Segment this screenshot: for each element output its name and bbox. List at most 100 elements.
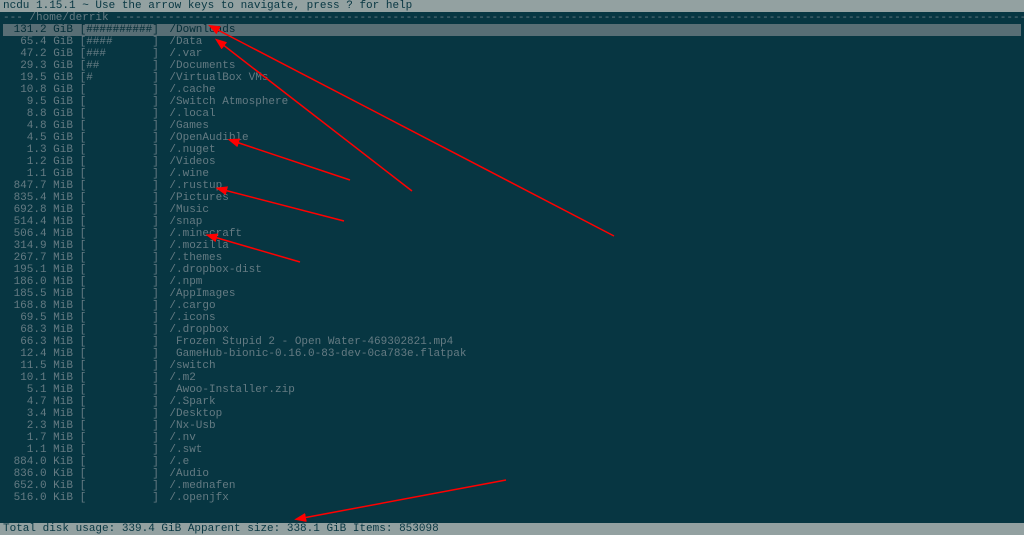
list-item[interactable]: 168.8 MiB [ ] /.cargo [3,300,1021,312]
usage-bar: # [86,72,152,84]
usage-bar [86,276,152,288]
list-item[interactable]: 4.5 GiB [ ] /OpenAudible [3,132,1021,144]
list-item[interactable]: 5.1 MiB [ ] Awoo-Installer.zip [3,384,1021,396]
item-name: /Data [165,36,202,48]
list-item[interactable]: 10.8 GiB [ ] /.cache [3,84,1021,96]
list-item[interactable]: 65.4 GiB [#### ] /Data [3,36,1021,48]
list-item[interactable]: 19.5 GiB [# ] /VirtualBox VMs [3,72,1021,84]
usage-bar [86,204,152,216]
list-item[interactable]: 1.7 MiB [ ] /.nv [3,432,1021,444]
usage-bar [86,216,152,228]
usage-bar [86,492,152,504]
item-size: 131.2 GiB [3,24,73,36]
file-list[interactable]: 131.2 GiB [##########] /Downloads65.4 Gi… [0,24,1024,504]
bar-open-bracket: [ [73,480,86,492]
list-item[interactable]: 10.1 MiB [ ] /.m2 [3,372,1021,384]
bar-open-bracket: [ [73,192,86,204]
bar-close-bracket: ] [152,60,165,72]
list-item[interactable]: 186.0 MiB [ ] /.npm [3,276,1021,288]
list-item[interactable]: 12.4 MiB [ ] GameHub-bionic-0.16.0-83-de… [3,348,1021,360]
status-bar: Total disk usage: 339.4 GiB Apparent siz… [0,523,1024,535]
bar-close-bracket: ] [152,444,165,456]
item-size: 314.9 MiB [3,240,73,252]
item-size: 835.4 MiB [3,192,73,204]
list-item[interactable]: 3.4 MiB [ ] /Desktop [3,408,1021,420]
bar-close-bracket: ] [152,300,165,312]
list-item[interactable]: 2.3 MiB [ ] /Nx-Usb [3,420,1021,432]
bar-open-bracket: [ [73,264,86,276]
item-name: /.wine [165,168,209,180]
app-header: ncdu 1.15.1 ~ Use the arrow keys to navi… [0,0,1024,12]
list-item[interactable]: 8.8 GiB [ ] /.local [3,108,1021,120]
item-size: 514.4 MiB [3,216,73,228]
list-item[interactable]: 314.9 MiB [ ] /.mozilla [3,240,1021,252]
item-size: 4.8 GiB [3,120,73,132]
list-item[interactable]: 11.5 MiB [ ] /switch [3,360,1021,372]
item-name: /Nx-Usb [165,420,215,432]
list-item[interactable]: 47.2 GiB [### ] /.var [3,48,1021,60]
bar-open-bracket: [ [73,168,86,180]
list-item[interactable]: 836.0 KiB [ ] /Audio [3,468,1021,480]
item-size: 1.1 MiB [3,444,73,456]
bar-open-bracket: [ [73,24,86,36]
usage-bar [86,324,152,336]
usage-bar [86,288,152,300]
list-item[interactable]: 514.4 MiB [ ] /snap [3,216,1021,228]
list-item[interactable]: 692.8 MiB [ ] /Music [3,204,1021,216]
usage-bar [86,396,152,408]
list-item[interactable]: 1.1 MiB [ ] /.swt [3,444,1021,456]
list-item[interactable]: 195.1 MiB [ ] /.dropbox-dist [3,264,1021,276]
bar-close-bracket: ] [152,84,165,96]
list-item[interactable]: 267.7 MiB [ ] /.themes [3,252,1021,264]
bar-close-bracket: ] [152,144,165,156]
bar-close-bracket: ] [152,216,165,228]
list-item[interactable]: 847.7 MiB [ ] /.rustup [3,180,1021,192]
list-item[interactable]: 1.2 GiB [ ] /Videos [3,156,1021,168]
item-name: /Downloads [165,24,235,36]
list-item[interactable]: 835.4 MiB [ ] /Pictures [3,192,1021,204]
item-size: 1.3 GiB [3,144,73,156]
list-item[interactable]: 29.3 GiB [## ] /Documents [3,60,1021,72]
list-item[interactable]: 1.3 GiB [ ] /.nuget [3,144,1021,156]
bar-close-bracket: ] [152,408,165,420]
bar-close-bracket: ] [152,432,165,444]
list-item[interactable]: 506.4 MiB [ ] /.minecraft [3,228,1021,240]
bar-close-bracket: ] [152,240,165,252]
item-size: 847.7 MiB [3,180,73,192]
usage-bar [86,264,152,276]
bar-close-bracket: ] [152,288,165,300]
list-item[interactable]: 884.0 KiB [ ] /.e [3,456,1021,468]
item-size: 168.8 MiB [3,300,73,312]
list-item[interactable]: 516.0 KiB [ ] /.openjfx [3,492,1021,504]
item-name: /.cache [165,84,215,96]
list-item[interactable]: 185.5 MiB [ ] /AppImages [3,288,1021,300]
item-name: Awoo-Installer.zip [165,384,294,396]
usage-bar [86,228,152,240]
bar-open-bracket: [ [73,36,86,48]
bar-open-bracket: [ [73,72,86,84]
bar-close-bracket: ] [152,72,165,84]
list-item[interactable]: 69.5 MiB [ ] /.icons [3,312,1021,324]
list-item[interactable]: 9.5 GiB [ ] /Switch Atmosphere [3,96,1021,108]
bar-open-bracket: [ [73,180,86,192]
list-item[interactable]: 1.1 GiB [ ] /.wine [3,168,1021,180]
list-item[interactable]: 66.3 MiB [ ] Frozen Stupid 2 - Open Wate… [3,336,1021,348]
list-item[interactable]: 4.7 MiB [ ] /.Spark [3,396,1021,408]
list-item[interactable]: 68.3 MiB [ ] /.dropbox [3,324,1021,336]
bar-close-bracket: ] [152,228,165,240]
usage-bar [86,180,152,192]
item-name: /Desktop [165,408,222,420]
usage-bar [86,432,152,444]
usage-bar [86,300,152,312]
item-name: /.local [165,108,215,120]
list-item[interactable]: 4.8 GiB [ ] /Games [3,120,1021,132]
bar-close-bracket: ] [152,204,165,216]
list-item[interactable]: 652.0 KiB [ ] /.mednafen [3,480,1021,492]
bar-open-bracket: [ [73,432,86,444]
item-name: /.nv [165,432,195,444]
bar-open-bracket: [ [73,96,86,108]
item-name: GameHub-bionic-0.16.0-83-dev-0ca783e.fla… [165,348,466,360]
list-item[interactable]: 131.2 GiB [##########] /Downloads [3,24,1021,36]
bar-open-bracket: [ [73,420,86,432]
item-size: 5.1 MiB [3,384,73,396]
